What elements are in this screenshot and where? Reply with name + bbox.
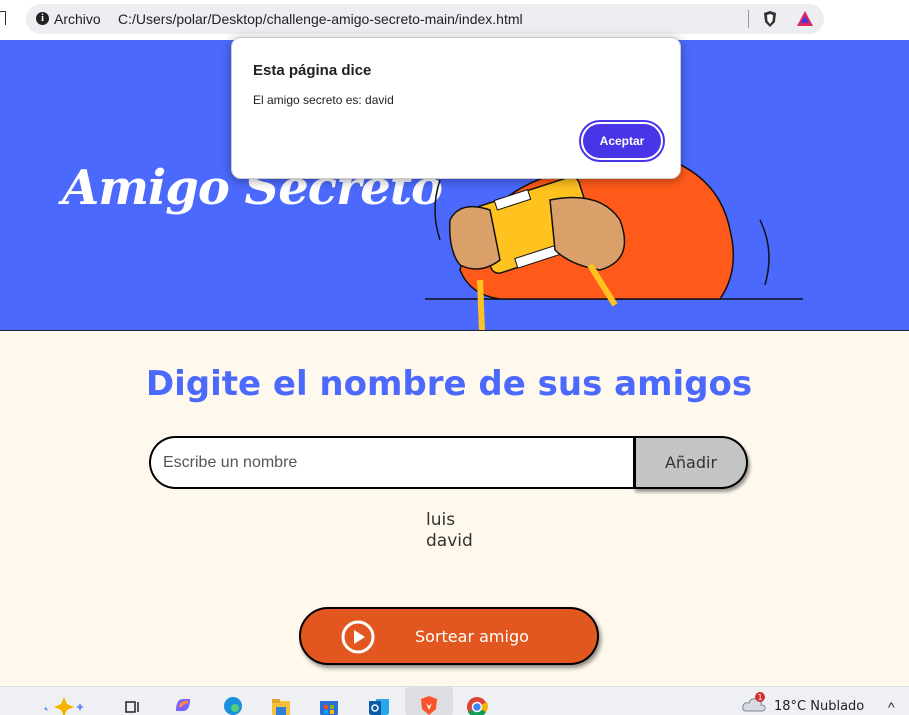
store-icon[interactable] xyxy=(318,693,340,715)
alert-dialog: Esta página dice El amigo secreto es: da… xyxy=(231,37,681,179)
list-item: david xyxy=(426,531,473,551)
task-view-icon[interactable] xyxy=(122,693,144,715)
copilot-icon[interactable] xyxy=(172,693,194,715)
list-item: luis xyxy=(426,510,456,530)
bookmark-icon[interactable] xyxy=(0,11,6,25)
main-content: Digite el nombre de sus amigos Añadir lu… xyxy=(0,332,909,686)
browser-toolbar: i Archivo C:/Users/polar/Desktop/challen… xyxy=(0,0,909,40)
friend-name-input[interactable] xyxy=(149,436,637,489)
taskbar: 1 18°C Nublado ^ xyxy=(0,686,909,715)
add-friend-button[interactable]: Añadir xyxy=(633,436,748,489)
file-explorer-icon[interactable] xyxy=(270,693,292,715)
dialog-title: Esta página dice xyxy=(253,62,372,79)
brave-rewards-icon[interactable] xyxy=(796,10,814,28)
chevron-up-icon[interactable]: ^ xyxy=(888,699,895,715)
brave-shield-icon[interactable] xyxy=(762,10,778,28)
section-title: Digite el nombre de sus amigos xyxy=(145,364,753,404)
weather-text[interactable]: 18°C Nublado xyxy=(774,699,864,714)
chrome-icon[interactable] xyxy=(466,693,488,715)
notification-badge: 1 xyxy=(757,693,762,702)
brave-browser-icon[interactable] xyxy=(418,693,440,715)
address-bar[interactable]: i Archivo C:/Users/polar/Desktop/challen… xyxy=(26,4,824,34)
draw-button-label: Sortear amigo xyxy=(415,627,529,646)
omnibox-divider xyxy=(748,10,749,28)
draw-friend-button[interactable]: Sortear amigo xyxy=(299,607,599,665)
friends-list: luis david xyxy=(426,510,473,552)
site-info-label[interactable]: Archivo xyxy=(54,11,101,27)
info-icon[interactable]: i xyxy=(36,12,49,25)
add-friend-form: Añadir xyxy=(149,436,749,490)
dialog-message: El amigo secreto es: david xyxy=(253,93,394,107)
weather-cloud-icon[interactable]: 1 xyxy=(742,691,768,713)
copilot-sparkle-icon[interactable] xyxy=(38,695,90,715)
url-text[interactable]: C:/Users/polar/Desktop/challenge-amigo-s… xyxy=(118,11,523,27)
accept-button[interactable]: Aceptar xyxy=(579,120,665,162)
edge-icon[interactable] xyxy=(222,693,244,715)
outlook-icon[interactable] xyxy=(368,693,390,715)
play-icon xyxy=(341,620,375,654)
